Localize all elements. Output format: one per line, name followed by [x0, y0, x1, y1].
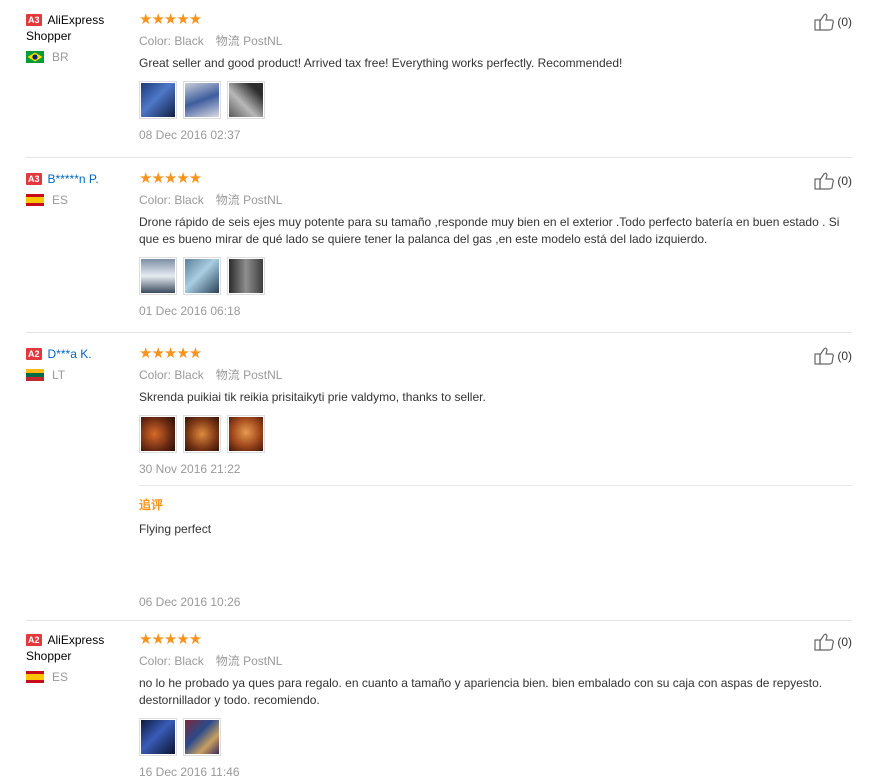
review-photo[interactable] — [227, 257, 265, 295]
review-text: Great seller and good product! Arrived t… — [139, 56, 623, 70]
helpful-count: (0) — [837, 173, 852, 188]
level-badge: A2 — [26, 634, 42, 646]
reviewer-name[interactable]: D***a K. — [48, 347, 92, 361]
reviewer-name: AliExpress — [47, 633, 105, 647]
followup-divider — [139, 485, 852, 486]
color-value: Black — [174, 654, 204, 668]
review-photo[interactable] — [227, 415, 265, 453]
star-rating: ★★★★★ — [139, 345, 202, 362]
logistics-label: 物流 — [215, 368, 240, 382]
review-date: 08 Dec 2016 02:37 — [139, 128, 241, 142]
level-badge: A3 — [26, 173, 42, 185]
star-rating: ★★★★★ — [139, 631, 202, 648]
review-photo[interactable] — [139, 718, 177, 756]
review-date: 01 Dec 2016 06:18 — [139, 304, 241, 318]
review-photo[interactable] — [183, 415, 221, 453]
helpful-count: (0) — [837, 634, 852, 649]
reviewer-info: A3 AliExpress Shopper BR — [26, 12, 126, 64]
review-photo[interactable] — [227, 81, 265, 119]
followup-date: 06 Dec 2016 10:26 — [139, 595, 241, 609]
country-code: ES — [52, 670, 69, 684]
thumbs-up-icon — [814, 347, 835, 365]
review-text: Skrenda puikiai tik reikia prisitaikyti … — [139, 390, 486, 404]
reviewer-name[interactable]: B*****n P. — [48, 172, 99, 186]
reviewer-name-line2: Shopper — [26, 649, 72, 663]
helpful-button[interactable]: (0) — [814, 346, 852, 365]
review-photo[interactable] — [139, 81, 177, 119]
color-value: Black — [174, 193, 204, 207]
review-photo[interactable] — [183, 81, 221, 119]
review-photos — [139, 81, 852, 119]
divider — [26, 157, 852, 158]
review-text: no lo he probado ya ques para regalo. en… — [139, 676, 823, 707]
helpful-count: (0) — [837, 14, 852, 29]
level-badge: A2 — [26, 348, 42, 360]
star-rating: ★★★★★ — [139, 170, 202, 187]
color-label: Color: — [139, 368, 172, 382]
level-badge: A3 — [26, 14, 42, 26]
helpful-count: (0) — [837, 348, 852, 363]
brazil-flag-icon — [26, 51, 44, 63]
followup-label: 追评 — [139, 498, 164, 512]
color-label: Color: — [139, 193, 172, 207]
divider — [26, 620, 852, 621]
review-date: 30 Nov 2016 21:22 — [139, 462, 241, 476]
country-code: BR — [52, 50, 69, 64]
logistics-label: 物流 — [215, 654, 240, 668]
reviewer-info: A2 AliExpress Shopper ES — [26, 632, 126, 684]
color-label: Color: — [139, 34, 172, 48]
spain-flag-icon — [26, 194, 44, 206]
logistics-label: 物流 — [215, 34, 240, 48]
star-rating: ★★★★★ — [139, 11, 202, 28]
thumbs-up-icon — [814, 633, 835, 651]
review-photos — [139, 415, 852, 453]
country-code: ES — [52, 193, 69, 207]
review-photo[interactable] — [183, 718, 221, 756]
country-code: LT — [52, 368, 66, 382]
review-date: 16 Dec 2016 11:46 — [139, 765, 240, 779]
helpful-button[interactable]: (0) — [814, 171, 852, 190]
thumbs-up-icon — [814, 172, 835, 190]
color-value: Black — [174, 368, 204, 382]
lithuania-flag-icon — [26, 369, 44, 381]
review-photos — [139, 257, 852, 295]
logistics-value: PostNL — [243, 193, 283, 207]
review-photo[interactable] — [183, 257, 221, 295]
reviewer-name-line2: Shopper — [26, 29, 72, 43]
helpful-button[interactable]: (0) — [814, 12, 852, 31]
reviewer-info: A3 B*****n P. ES — [26, 171, 126, 207]
logistics-value: PostNL — [243, 654, 283, 668]
thumbs-up-icon — [814, 13, 835, 31]
logistics-value: PostNL — [243, 34, 283, 48]
reviewer-name: AliExpress — [47, 13, 105, 27]
review-photos — [139, 718, 852, 756]
review-photo[interactable] — [139, 415, 177, 453]
logistics-value: PostNL — [243, 368, 283, 382]
color-value: Black — [174, 34, 204, 48]
divider — [26, 332, 852, 333]
helpful-button[interactable]: (0) — [814, 632, 852, 651]
logistics-label: 物流 — [215, 193, 240, 207]
review-text: Drone rápido de seis ejes muy potente pa… — [139, 215, 840, 246]
color-label: Color: — [139, 654, 172, 668]
followup-text: Flying perfect — [139, 522, 212, 536]
review-photo[interactable] — [139, 257, 177, 295]
spain-flag-icon — [26, 671, 44, 683]
reviewer-info: A2 D***a K. LT — [26, 346, 126, 382]
